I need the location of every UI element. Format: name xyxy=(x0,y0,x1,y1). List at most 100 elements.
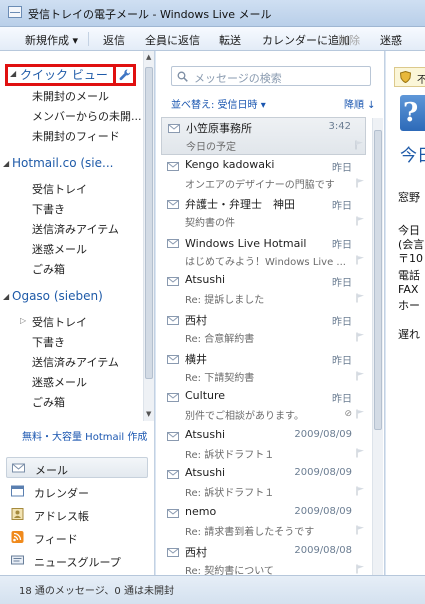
folder-drafts[interactable]: 下書き xyxy=(32,201,65,217)
account-hotmail[interactable]: Hotmail.co (sie... xyxy=(12,156,113,170)
nav-label: メール xyxy=(35,464,68,477)
sort-by-dropdown[interactable]: 並べ替え: 受信日時 ▾ xyxy=(171,96,266,111)
flag-icon[interactable] xyxy=(356,409,365,419)
reply-all-button[interactable]: 全員に返信 xyxy=(145,32,200,48)
sort-order-toggle[interactable]: 降順 ↓ xyxy=(344,96,376,111)
folder-junk[interactable]: 迷惑メール xyxy=(32,374,87,390)
message-subject: Re: 合意解約書 xyxy=(185,334,255,345)
new-button[interactable]: 新規作成 ▾ xyxy=(25,32,78,48)
search-input[interactable]: メッセージの検索 xyxy=(194,70,282,86)
flag-icon[interactable] xyxy=(356,332,365,342)
flag-icon[interactable] xyxy=(356,178,365,188)
nav-feeds[interactable]: フィード xyxy=(6,527,148,548)
message-row[interactable]: 横井 昨日 Re: 下請契約書 xyxy=(161,349,366,387)
scroll-up-arrow-icon[interactable]: ▲ xyxy=(146,53,151,61)
security-warning-bar[interactable]: 不 xyxy=(394,67,425,87)
nav-label: カレンダー xyxy=(34,487,89,500)
message-heading: 今日 xyxy=(400,146,425,166)
message-sender: Atsushi xyxy=(185,273,226,286)
nav-contacts[interactable]: アドレス帳 xyxy=(6,504,148,525)
account-ogaso[interactable]: Ogaso (sieben) xyxy=(12,289,103,303)
quick-view-unread-contacts[interactable]: メンバーからの未開... xyxy=(32,108,142,124)
forward-button[interactable]: 転送 xyxy=(219,32,241,48)
mail-app-icon xyxy=(8,6,22,18)
message-row[interactable]: Atsushi 昨日 Re: 提訴しました xyxy=(161,271,366,309)
delete-button[interactable]: 削除 xyxy=(338,32,360,48)
collapse-triangle-icon[interactable]: ◢ xyxy=(10,69,16,78)
message-date: 昨日 xyxy=(332,394,352,405)
flag-icon[interactable] xyxy=(356,564,365,574)
message-row[interactable]: Culture 昨日 別件でご相談があります。 ⊘ xyxy=(161,387,366,425)
message-subject: Re: 訴状ドラフト１ xyxy=(185,450,275,461)
message-row[interactable]: Kengo kadowaki 昨日 オンエアのデザイナーの門脇です xyxy=(161,156,366,194)
message-subject: 別件でご相談があります。 xyxy=(185,411,304,422)
folder-inbox[interactable]: 受信トレイ xyxy=(32,181,87,197)
message-row[interactable]: Atsushi 2009/08/09 Re: 訴状ドラフト１ xyxy=(161,464,366,502)
envelope-icon xyxy=(167,432,179,441)
message-row[interactable]: Atsushi 2009/08/09 Re: 訴状ドラフト１ xyxy=(161,426,366,464)
highlight-divider xyxy=(113,67,116,86)
flag-icon[interactable] xyxy=(356,486,365,496)
folder-sent[interactable]: 送信済みアイテム xyxy=(32,354,119,370)
scrollbar-thumb[interactable] xyxy=(374,130,382,430)
add-to-calendar-button[interactable]: カレンダーに追加 xyxy=(262,32,350,48)
envelope-icon xyxy=(167,548,179,557)
quick-views-header[interactable]: クイック ビュー xyxy=(20,66,108,83)
flag-icon[interactable] xyxy=(356,371,365,381)
junk-button[interactable]: 迷惑 xyxy=(380,32,402,48)
wrench-icon[interactable] xyxy=(118,68,132,82)
message-date: 昨日 xyxy=(332,278,352,289)
message-list-scrollbar[interactable] xyxy=(372,118,383,575)
reading-pane: 不 ? 今日 窓野 今日 (会言 〒10 電話 FAX ホー 遅れ xyxy=(386,51,425,575)
nav-newsgroups[interactable]: ニュースグループ xyxy=(6,550,148,571)
hotmail-signup-link[interactable]: 無料・大容量 Hotmail 作成 xyxy=(22,428,147,443)
message-date: 昨日 xyxy=(332,317,352,328)
folder-inbox[interactable]: 受信トレイ xyxy=(32,314,87,330)
flag-icon[interactable] xyxy=(356,216,365,226)
message-row[interactable]: nemo 2009/08/09 Re: 請求書到着したそうです xyxy=(161,503,366,541)
folder-trash[interactable]: ごみ箱 xyxy=(32,261,65,277)
message-sender: nemo xyxy=(185,505,217,518)
nav-calendar[interactable]: カレンダー xyxy=(6,481,148,502)
folder-trash[interactable]: ごみ箱 xyxy=(32,394,65,410)
folder-tree-scrollbar[interactable]: ▲ ▼ xyxy=(143,51,154,421)
warning-text: 不 xyxy=(417,75,425,86)
nav-label: アドレス帳 xyxy=(34,510,89,523)
collapse-triangle-icon[interactable]: ◢ xyxy=(3,292,9,301)
folder-junk[interactable]: 迷惑メール xyxy=(32,241,87,257)
expand-triangle-icon[interactable]: ▷ xyxy=(20,316,26,325)
quick-view-unread-mail[interactable]: 未開封のメール xyxy=(32,88,109,104)
message-sender: 西村 xyxy=(185,314,207,327)
message-row[interactable]: 弁護士・弁理士 神田 昨日 契約書の件 xyxy=(161,194,366,232)
scrollbar-thumb[interactable] xyxy=(145,67,153,379)
envelope-icon xyxy=(168,124,180,133)
flag-icon[interactable] xyxy=(356,525,365,535)
message-date: 昨日 xyxy=(332,201,352,212)
message-date: 昨日 xyxy=(332,240,352,251)
message-date: 2009/08/09 xyxy=(294,467,352,478)
message-search-box[interactable]: メッセージの検索 xyxy=(171,66,371,86)
message-list-pane: メッセージの検索 並べ替え: 受信日時 ▾ 降順 ↓ 小笠原事務所 3:42 今日の… xyxy=(156,51,385,577)
message-date: 2009/08/09 xyxy=(294,429,352,440)
message-body-line: 電話 xyxy=(398,269,420,282)
envelope-icon xyxy=(167,239,179,248)
nav-mail[interactable]: メール xyxy=(6,457,148,478)
message-row[interactable]: Windows Live Hotmail メ... 昨日はじめてみよう！Windo… xyxy=(161,233,366,271)
flag-icon[interactable] xyxy=(355,140,364,150)
message-sender: Atsushi xyxy=(185,428,226,441)
nav-label: ニュースグループ xyxy=(34,556,121,569)
scroll-down-arrow-icon[interactable]: ▼ xyxy=(146,410,151,418)
flag-icon[interactable] xyxy=(356,255,365,265)
collapse-triangle-icon[interactable]: ◢ xyxy=(3,159,9,168)
folder-drafts[interactable]: 下書き xyxy=(32,334,65,350)
message-row[interactable]: 小笠原事務所 3:42 今日の予定 xyxy=(161,117,366,155)
address-book-icon xyxy=(11,508,24,520)
reply-button[interactable]: 返信 xyxy=(103,32,125,48)
flag-icon[interactable] xyxy=(356,448,365,458)
message-subject: はじめてみよう！Windows Live ... xyxy=(185,257,346,268)
message-row[interactable]: 西村 昨日 Re: 合意解約書 xyxy=(161,310,366,348)
quick-view-unread-feeds[interactable]: 未開封のフィード xyxy=(32,128,120,144)
mail-icon xyxy=(12,463,25,473)
folder-sent[interactable]: 送信済みアイテム xyxy=(32,221,119,237)
flag-icon[interactable] xyxy=(356,293,365,303)
